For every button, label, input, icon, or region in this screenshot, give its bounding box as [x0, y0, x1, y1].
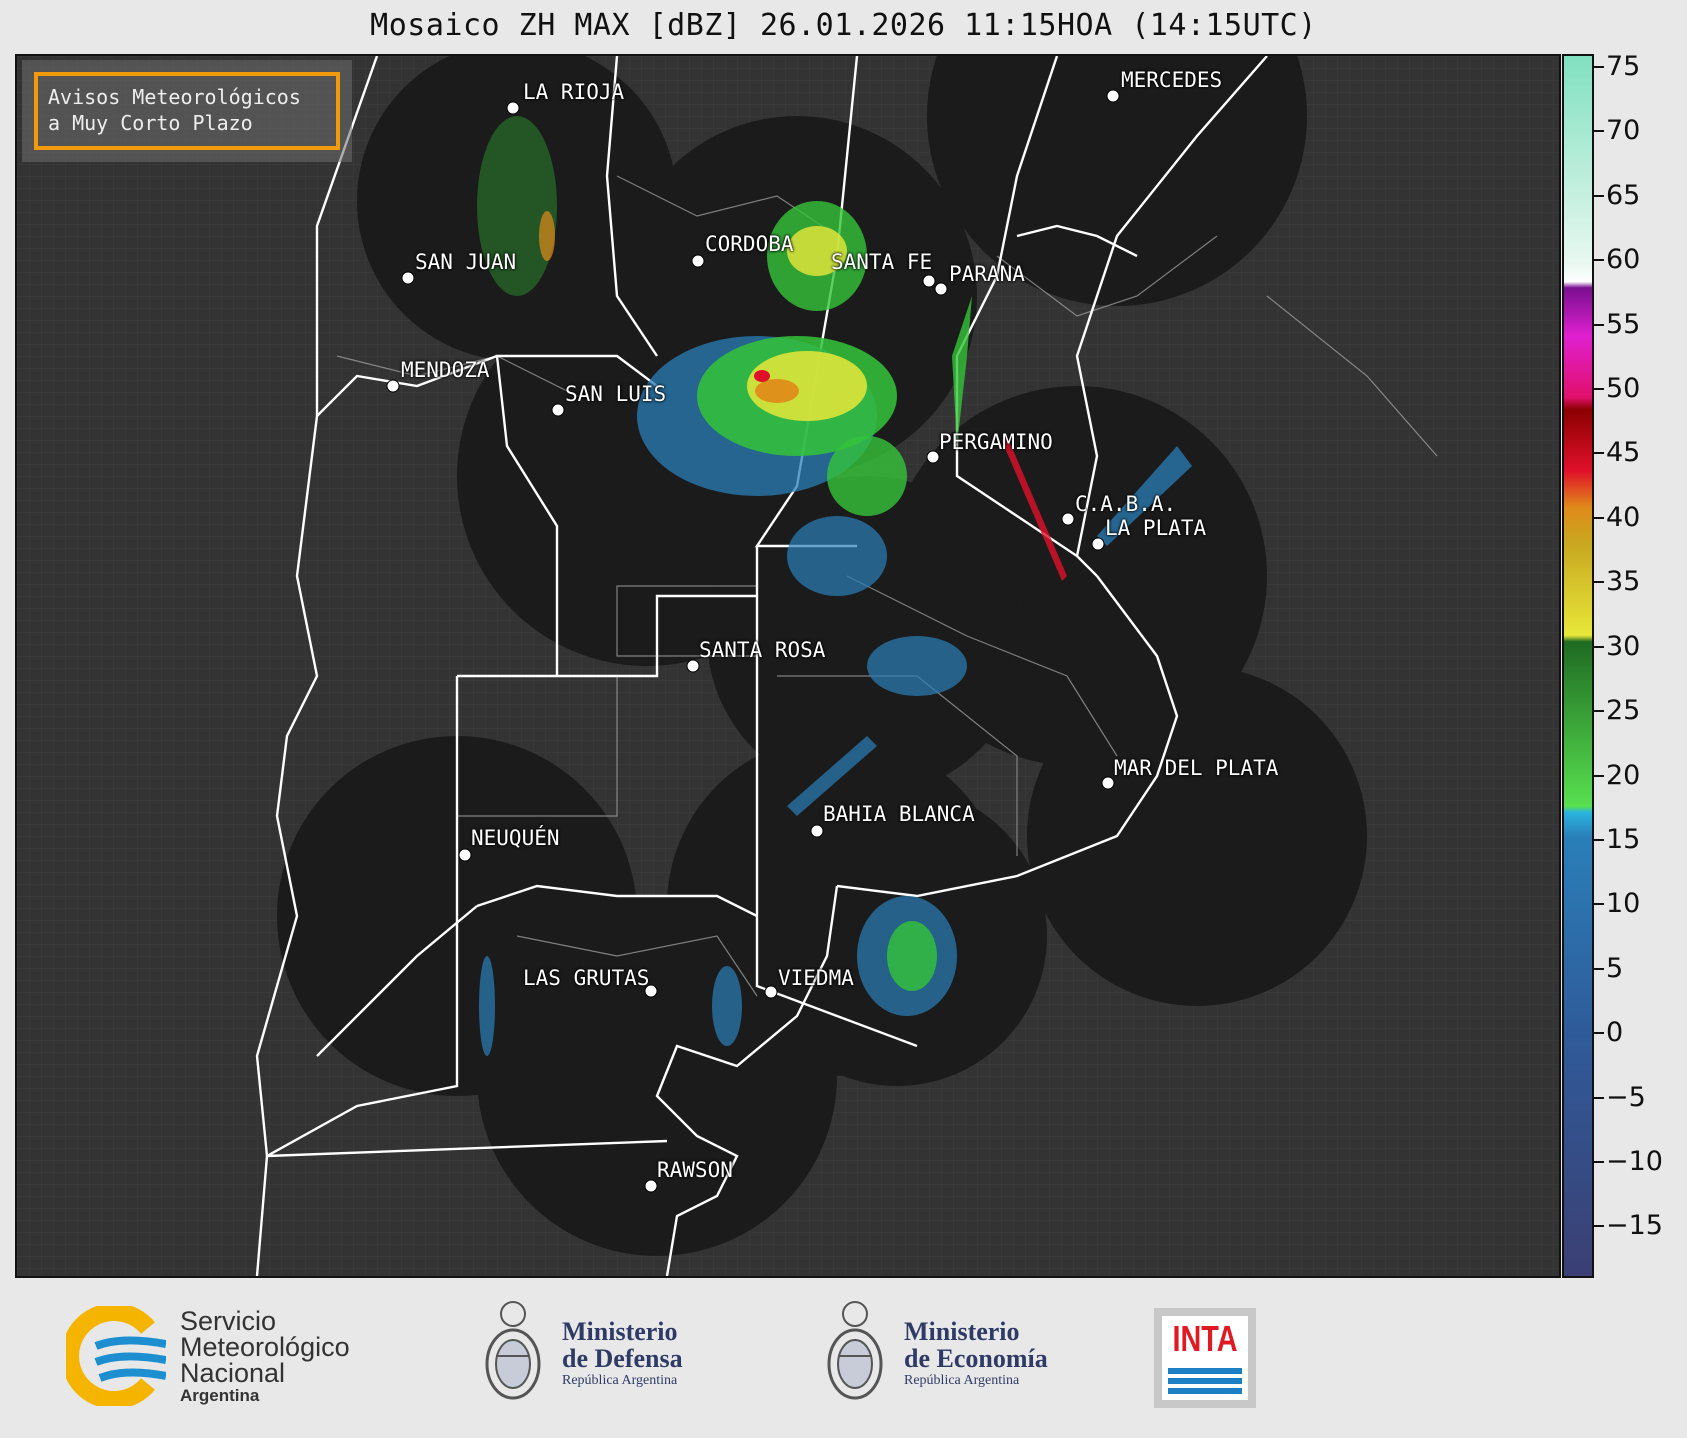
colorbar-tick: 0 [1594, 1018, 1687, 1048]
city-label: MERCEDES [1121, 68, 1223, 92]
defensa-line3: República Argentina [562, 1373, 678, 1388]
colorbar-tick: 50 [1594, 372, 1687, 404]
economia-line2: de Economía [904, 1344, 1048, 1373]
colorbar-tick-label: 65 [1606, 179, 1641, 211]
colorbar-tick: 5 [1594, 952, 1687, 984]
colorbar-tick: 20 [1594, 759, 1687, 791]
city-label: PARANA [949, 262, 1025, 286]
smn-line2: Meteorológico [180, 1332, 350, 1362]
colorbar-tick: −5 [1594, 1081, 1687, 1113]
colorbar-tick-label: 60 [1606, 244, 1641, 276]
city-label: BAHIA BLANCA [823, 802, 975, 826]
economia-line3: República Argentina [904, 1373, 1020, 1388]
colorbar-tick: 60 [1594, 245, 1687, 275]
logos-footer: Servicio Meteorológico Nacional Argentin… [0, 1282, 1687, 1438]
city-label: LAS GRUTAS [523, 966, 650, 990]
colorbar-tick-label: 15 [1606, 823, 1641, 855]
avisos-line1: Avisos Meteorológicos [48, 85, 301, 109]
avisos-line2: a Muy Corto Plazo [48, 111, 253, 135]
colorbar-tick: 10 [1594, 889, 1687, 919]
smn-line3: Nacional [180, 1358, 286, 1388]
colorbar-tick: 65 [1594, 179, 1687, 211]
city-label: LA PLATA [1105, 516, 1207, 540]
colorbar-tick-label: −15 [1606, 1210, 1663, 1242]
radar-map[interactable]: LA RIOJA MERCEDES CORDOBA SAN JUAN SANTA… [15, 0, 1561, 1278]
colorbar-tick: 40 [1594, 501, 1687, 533]
city-label: MENDOZA [401, 358, 490, 382]
economia-line1: Ministerio [904, 1317, 1020, 1346]
colorbar-tick: −15 [1594, 1211, 1687, 1241]
city-label: VIEDMA [778, 966, 854, 990]
avisos-box[interactable]: Avisos Meteorológicos a Muy Corto Plazo [34, 72, 340, 150]
colorbar-tick-label: 30 [1606, 630, 1641, 662]
city-label: RAWSON [657, 1158, 733, 1182]
colorbar-tick-label: 50 [1606, 372, 1641, 404]
colorbar-tick: 25 [1594, 696, 1687, 726]
coat-of-arms-icon [485, 1301, 541, 1400]
smn-logo: Servicio Meteorológico Nacional Argentin… [66, 1306, 386, 1406]
colorbar-tick-label: 20 [1606, 759, 1641, 791]
colorbar-tick: 45 [1594, 438, 1687, 468]
city-label: PERGAMINO [939, 430, 1053, 454]
colorbar-tick: 70 [1594, 116, 1687, 146]
city-label: NEUQUÉN [471, 826, 560, 850]
smn-logo-icon [66, 1306, 166, 1406]
colorbar-tick: 55 [1594, 308, 1687, 340]
coat-of-arms-icon [827, 1301, 883, 1400]
colorbar-tick-label: 40 [1606, 501, 1641, 533]
colorbar-tick: 30 [1594, 630, 1687, 662]
city-label: C.A.B.A. [1075, 492, 1177, 516]
smn-line1: Servicio [180, 1306, 277, 1336]
inta-logo: INTA [1154, 1308, 1256, 1408]
city-label: CORDOBA [705, 232, 794, 256]
inta-text: INTA [1172, 1318, 1238, 1359]
city-label: SAN LUIS [565, 382, 667, 406]
colorbar-tick-label: 10 [1606, 888, 1641, 920]
colorbar-ticks: 75 70 65 60 55 50 45 40 35 30 25 20 15 10 5 0 −5 −10 −15 [1594, 50, 1687, 1278]
colorbar-tick: 15 [1594, 823, 1687, 855]
smn-line4: Argentina [180, 1386, 260, 1405]
inta-stripes-icon [1168, 1368, 1242, 1374]
colorbar-tick-label: −5 [1606, 1081, 1646, 1113]
colorbar-tick-label: 25 [1606, 695, 1641, 727]
map-title: Mosaico ZH MAX [dBZ] 26.01.2026 11:15HOA… [370, 8, 1317, 43]
city-label: LA RIOJA [523, 80, 625, 104]
colorbar-tick-label: 55 [1606, 308, 1641, 340]
city-label: SANTA ROSA [699, 638, 826, 662]
economia-logo: Ministerio de Economía República Argenti… [820, 1296, 1100, 1416]
colorbar-tick: 75 [1594, 50, 1687, 82]
colorbar-tick-label: 75 [1606, 50, 1641, 82]
city-label: MAR DEL PLATA [1114, 756, 1279, 780]
defensa-line2: de Defensa [562, 1344, 683, 1373]
colorbar-tick-label: 45 [1606, 437, 1641, 469]
colorbar [1562, 54, 1594, 1278]
colorbar-tick: −10 [1594, 1147, 1687, 1177]
avisos-panel: Avisos Meteorológicos a Muy Corto Plazo [22, 60, 352, 162]
defensa-line1: Ministerio [562, 1317, 678, 1346]
colorbar-tick-label: 0 [1606, 1017, 1624, 1049]
colorbar-tick-label: 35 [1606, 566, 1641, 598]
defensa-logo: Ministerio de Defensa República Argentin… [478, 1296, 738, 1416]
city-label: SANTA FE [831, 250, 933, 274]
colorbar-tick-label: 70 [1606, 115, 1641, 147]
colorbar-tick-label: 5 [1606, 952, 1624, 984]
colorbar-tick: 35 [1594, 567, 1687, 597]
colorbar-gradient [1564, 56, 1592, 1276]
city-label: SAN JUAN [415, 250, 517, 274]
colorbar-tick-label: −10 [1606, 1146, 1663, 1178]
